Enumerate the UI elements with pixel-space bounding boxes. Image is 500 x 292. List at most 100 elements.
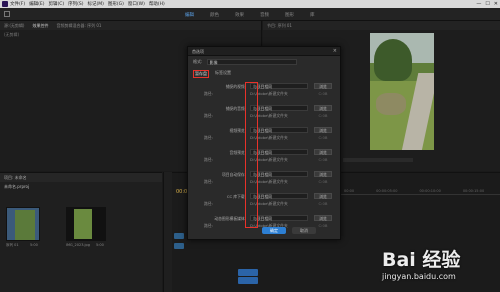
video-tree: [374, 39, 412, 81]
project-item-name: IMG_2023.jpg: [66, 243, 90, 247]
watermark-brand: Bai 经验: [382, 249, 461, 271]
setting-location-select[interactable]: 与项目相同: [250, 105, 308, 111]
menu-file[interactable]: 文件(F): [10, 1, 25, 7]
project-file-name: 未命名.prproj: [4, 184, 30, 189]
browse-button[interactable]: 浏览: [314, 171, 332, 177]
minimize-icon[interactable]: —: [476, 1, 481, 7]
browse-button[interactable]: 浏览: [314, 193, 332, 199]
format-label: 格式:: [193, 59, 203, 64]
free-space: C:0B: [318, 201, 328, 206]
video-dirt: [376, 93, 406, 115]
timeline-clip[interactable]: [238, 277, 258, 284]
ok-button[interactable]: 确定: [262, 227, 286, 234]
setting-location-select[interactable]: 与项目相同: [250, 149, 308, 155]
format-row: 格式: 影像: [193, 59, 297, 65]
tab-effect-controls[interactable]: 效果控件: [32, 23, 48, 28]
program-monitor-video: [370, 33, 434, 151]
source-panel-tabs: 源:(无剪辑) 效果控件 音频剪辑混合器: 序列 01: [0, 21, 261, 30]
browse-button[interactable]: 浏览: [314, 127, 332, 133]
ruler-tick-label: 00:00:10:00: [419, 189, 441, 193]
browse-button[interactable]: 浏览: [314, 83, 332, 89]
close-icon[interactable]: ×: [333, 48, 337, 54]
path-label: 路径:: [204, 135, 213, 140]
path-label: 路径:: [204, 113, 213, 118]
menubar: 文件(F) 编辑(E) 剪辑(C) 序列(S) 标记(M) 图形(G) 窗口(W…: [0, 0, 500, 8]
browse-button[interactable]: 浏览: [314, 149, 332, 155]
menu-graphics[interactable]: 图形(G): [108, 1, 124, 7]
setting-location-select[interactable]: 与项目相同: [250, 215, 308, 221]
setting-location-select[interactable]: 与项目相同: [250, 83, 308, 89]
cancel-button[interactable]: 取消: [292, 227, 316, 234]
window-controls: — ☐ ✕: [476, 1, 498, 7]
menu-marker[interactable]: 标记(M): [88, 1, 104, 7]
workspace-tab-color[interactable]: 颜色: [210, 12, 219, 18]
setting-name: 捕捉的音频:: [225, 106, 246, 111]
workspace-tab-audio[interactable]: 音频: [260, 12, 269, 18]
format-value: 影像: [209, 60, 218, 65]
close-icon[interactable]: ✕: [494, 1, 498, 7]
setting-location-select[interactable]: 与项目相同: [250, 171, 308, 177]
timeline-ruler[interactable]: 00:00 00:00:05:00 00:00:10:00 00:00:15:0…: [340, 189, 500, 195]
tab-label-settings[interactable]: 标签设置: [215, 70, 231, 78]
ruler-tick-label: 00:00: [344, 189, 355, 193]
free-space: C:0B: [318, 113, 328, 118]
project-panel-tab[interactable]: 项目: 未命名: [0, 173, 162, 182]
menu-sequence[interactable]: 序列(S): [68, 1, 83, 7]
tab-source[interactable]: 源:(无剪辑): [4, 23, 24, 28]
dialog-tabs: 暂存盘 标签设置: [193, 70, 231, 78]
track-target-a1[interactable]: [174, 243, 184, 249]
setting-captured-audio: 捕捉的音频: 与项目相同 浏览 路径: D:\Adobe\新建文件夹 C:0B: [196, 105, 336, 121]
tab-scratch-disks[interactable]: 暂存盘: [193, 70, 209, 78]
setting-location-select[interactable]: 与项目相同: [250, 193, 308, 199]
premiere-logo-icon: [2, 1, 8, 7]
setting-name: 捕捉的视频:: [225, 84, 246, 89]
path-label: 路径:: [204, 179, 213, 184]
timeline-clip[interactable]: [238, 269, 258, 276]
ruler-tick-label: 00:00:15:00: [462, 189, 485, 193]
menu-window[interactable]: 窗口(W): [128, 1, 145, 7]
workspace-tabs: 编辑 颜色 效果 音频 图形 库: [185, 12, 315, 18]
workspace-tab-graphics[interactable]: 图形: [285, 12, 294, 18]
setting-audio-previews: 音频预览: 与项目相同 浏览 路径: D:\Adobe\新建文件夹 C:0B: [196, 149, 336, 165]
tab-audio-mixer[interactable]: 音频剪辑混合器: 序列 01: [56, 23, 101, 28]
home-icon[interactable]: [4, 11, 10, 17]
setting-project-auto-save: 项目自动保存: 与项目相同 浏览 路径: D:\Adobe\新建文件夹 C:0B: [196, 171, 336, 187]
dialog-title: 首选项: [188, 47, 340, 56]
path-label: 路径:: [204, 223, 213, 228]
project-item-duration: 5:00: [30, 243, 38, 247]
project-item-name: 序列 01: [6, 243, 19, 247]
ruler-tick-label: 00:00:05:00: [376, 189, 398, 193]
setting-name: 动态图形模板媒体:: [214, 216, 246, 221]
menu-clip[interactable]: 剪辑(C): [48, 1, 64, 7]
workspace-tab-libraries[interactable]: 库: [310, 12, 315, 18]
setting-name: 音频预览:: [229, 150, 246, 155]
thumbnail-image: [74, 209, 92, 239]
maximize-icon[interactable]: ☐: [485, 1, 489, 7]
track-target-v1[interactable]: [174, 233, 184, 239]
watermark-site: jingyan.baidu.com: [382, 272, 456, 281]
workspace-tab-edit[interactable]: 编辑: [185, 12, 194, 18]
menu-edit[interactable]: 编辑(E): [29, 1, 44, 7]
path-label: 路径:: [204, 201, 213, 206]
path-label: 路径:: [204, 91, 213, 96]
playback-controls-bar[interactable]: [343, 158, 413, 162]
highlight-annotation: [245, 82, 258, 228]
menu-help[interactable]: 帮助(H): [149, 1, 165, 7]
project-item-duration: 5:00: [96, 243, 104, 247]
setting-video-previews: 视频预览: 与项目相同 浏览 路径: D:\Adobe\新建文件夹 C:0B: [196, 127, 336, 143]
preferences-dialog: 首选项 × 格式: 影像 暂存盘 标签设置 捕捉的视频: 与项目相同 浏览 路径…: [187, 46, 341, 240]
project-item-thumbnail[interactable]: [66, 207, 106, 241]
baidu-watermark: Bai 经验 jingyan.baidu.com: [382, 245, 500, 292]
setting-name: CC 库下载:: [226, 194, 246, 199]
program-panel-tab[interactable]: 节目: 序列 01: [263, 21, 500, 30]
format-select[interactable]: 影像: [206, 59, 297, 65]
browse-button[interactable]: 浏览: [314, 105, 332, 111]
setting-location-select[interactable]: 与项目相同: [250, 127, 308, 133]
workspace-bar: 编辑 颜色 效果 音频 图形 库: [0, 8, 500, 21]
setting-cc-libraries: CC 库下载: 与项目相同 浏览 路径: D:\Adobe\新建文件夹 C:0B: [196, 193, 336, 209]
free-space: C:0B: [318, 179, 328, 184]
setting-name: 视频预览:: [229, 128, 246, 133]
project-item-thumbnail[interactable]: [6, 207, 40, 241]
workspace-tab-effects[interactable]: 效果: [235, 12, 244, 18]
browse-button[interactable]: 浏览: [314, 215, 332, 221]
